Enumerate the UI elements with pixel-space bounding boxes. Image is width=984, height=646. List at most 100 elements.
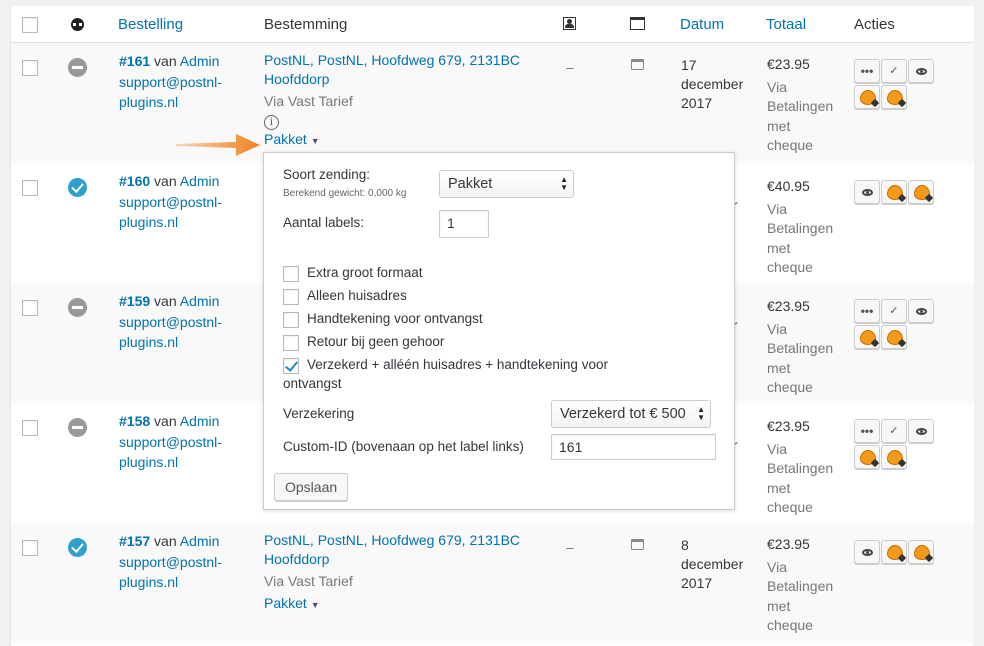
customer-email-link[interactable]: support@postnl-plugins.nl (119, 552, 239, 592)
weight-note: Berekend gewicht: 0,000 kg (283, 188, 407, 199)
shipment-type-toggle[interactable]: Pakket ▼ (264, 130, 534, 151)
save-button[interactable]: Opslaan (274, 473, 349, 501)
destination-cell: PostNL, PostNL, Hoofdweg 679, 2131BC Hoo… (264, 51, 534, 151)
postnl-send-button[interactable] (908, 540, 934, 564)
option-label: Retour bij geen gehoor (307, 334, 445, 349)
complete-button[interactable]: ✓ (881, 419, 907, 443)
customer-email-link[interactable]: support@postnl-plugins.nl (119, 192, 239, 232)
total-cell: €23.95 Via Betalingen met cheque (767, 297, 847, 398)
shipping-address-header-icon (563, 17, 576, 30)
shipment-type-label: Soort zending: (283, 167, 371, 182)
postnl-send-icon (914, 545, 930, 560)
option-label: Alleen huisadres (307, 288, 407, 303)
order-number-link[interactable]: #161 (119, 53, 150, 69)
eye-icon (915, 308, 927, 315)
shipment-type-select[interactable]: Pakket ▲ ▼ (439, 170, 574, 198)
order-number-link[interactable]: #157 (119, 533, 150, 549)
payment-method: Via Betalingen met cheque (767, 558, 834, 634)
option-checkbox-verzekerd[interactable] (283, 358, 299, 374)
complete-button[interactable]: ✓ (881, 59, 907, 83)
labels-count-label: Aantal labels: (283, 215, 365, 230)
more-actions-button[interactable]: ••• (854, 419, 880, 443)
order-by-text: van (154, 53, 177, 69)
postnl-label-button[interactable] (881, 180, 907, 204)
order-status-header-icon[interactable] (71, 18, 84, 31)
table-row: #157 van Admin support@postnl-plugins.nl… (11, 523, 974, 643)
view-button[interactable] (908, 299, 934, 323)
postnl-send-button[interactable] (881, 325, 907, 349)
option-checkbox-extra-groot[interactable] (283, 266, 299, 282)
order-number-link[interactable]: #159 (119, 293, 150, 309)
insurance-select[interactable]: Verzekerd tot € 500 ▲ ▼ (551, 400, 711, 428)
header-total[interactable]: Totaal (766, 16, 806, 33)
customer-link[interactable]: Admin (180, 293, 220, 309)
customer-link[interactable]: Admin (180, 533, 220, 549)
address-link[interactable]: PostNL, PostNL, Hoofdweg 679, 2131BC Hoo… (264, 532, 520, 567)
total-cell: €23.95 Via Betalingen met cheque (767, 417, 847, 518)
insurance-label: Verzekering (283, 406, 355, 421)
postnl-send-button[interactable] (881, 445, 907, 469)
customer-link[interactable]: Admin (180, 413, 220, 429)
info-icon[interactable]: i (264, 115, 279, 130)
more-actions-button[interactable]: ••• (854, 59, 880, 83)
order-by-text: van (154, 533, 177, 549)
actions-cell (854, 180, 964, 206)
total-amount: €23.95 (767, 418, 810, 434)
row-checkbox[interactable] (22, 60, 38, 76)
postnl-label-button[interactable] (854, 85, 880, 109)
total-amount: €23.95 (767, 298, 810, 314)
actions-cell: ••• ✓ (854, 299, 964, 351)
orange-arrow-icon (176, 134, 260, 156)
postnl-label-icon (860, 90, 876, 105)
shipment-type-toggle[interactable]: Pakket ▼ (264, 594, 534, 615)
order-number-link[interactable]: #160 (119, 173, 150, 189)
header-order[interactable]: Bestelling (118, 16, 183, 33)
on-hold-status-icon (68, 298, 87, 317)
order-cell: #158 van Admin support@postnl-plugins.nl (119, 411, 259, 472)
option-checkbox-retour[interactable] (283, 335, 299, 351)
select-all-checkbox[interactable] (22, 17, 38, 33)
custom-id-input[interactable]: 161 (551, 434, 716, 460)
customer-link[interactable]: Admin (180, 53, 220, 69)
table-row: #161 van Admin support@postnl-plugins.nl… (11, 43, 974, 163)
select-arrows-icon: ▲ ▼ (560, 175, 568, 192)
order-number-link[interactable]: #158 (119, 413, 150, 429)
order-by-text: van (154, 413, 177, 429)
postnl-label-icon (860, 450, 876, 465)
postnl-label-button[interactable] (881, 540, 907, 564)
custom-id-label: Custom-ID (bovenaan op het label links) (283, 439, 524, 454)
row-checkbox[interactable] (22, 420, 38, 436)
row-checkbox[interactable] (22, 300, 38, 316)
customer-email-link[interactable]: support@postnl-plugins.nl (119, 432, 239, 472)
row-checkbox[interactable] (22, 180, 38, 196)
pickup-dash: – (566, 539, 574, 555)
row-checkbox[interactable] (22, 540, 38, 556)
view-button[interactable] (854, 180, 880, 204)
view-button[interactable] (854, 540, 880, 564)
option-label: Extra groot formaat (307, 265, 423, 280)
option-checkbox-handtekening[interactable] (283, 312, 299, 328)
postnl-send-button[interactable] (908, 180, 934, 204)
address-link[interactable]: PostNL, PostNL, Hoofdweg 679, 2131BC Hoo… (264, 52, 520, 87)
header-date[interactable]: Datum (680, 16, 724, 33)
postnl-send-button[interactable] (881, 85, 907, 109)
dropdown-caret-icon: ▼ (310, 136, 320, 146)
option-checkbox-alleen-huisadres[interactable] (283, 289, 299, 305)
complete-button[interactable]: ✓ (881, 299, 907, 323)
shipping-method: Via Vast Tarief (264, 573, 353, 589)
view-button[interactable] (908, 419, 934, 443)
window-header-icon (630, 17, 645, 30)
customer-email-link[interactable]: support@postnl-plugins.nl (119, 72, 239, 112)
actions-cell: ••• ✓ (854, 419, 964, 471)
customer-email-link[interactable]: support@postnl-plugins.nl (119, 312, 239, 352)
customer-link[interactable]: Admin (180, 173, 220, 189)
more-actions-button[interactable]: ••• (854, 299, 880, 323)
postnl-label-icon (887, 185, 903, 200)
postnl-label-button[interactable] (854, 445, 880, 469)
postnl-label-button[interactable] (854, 325, 880, 349)
total-cell: €23.95 Via Betalingen met cheque (767, 535, 847, 636)
view-button[interactable] (908, 59, 934, 83)
labels-count-input[interactable]: 1 (439, 210, 489, 238)
total-amount: €23.95 (767, 536, 810, 552)
date-cell: 8 december 2017 (681, 537, 744, 591)
